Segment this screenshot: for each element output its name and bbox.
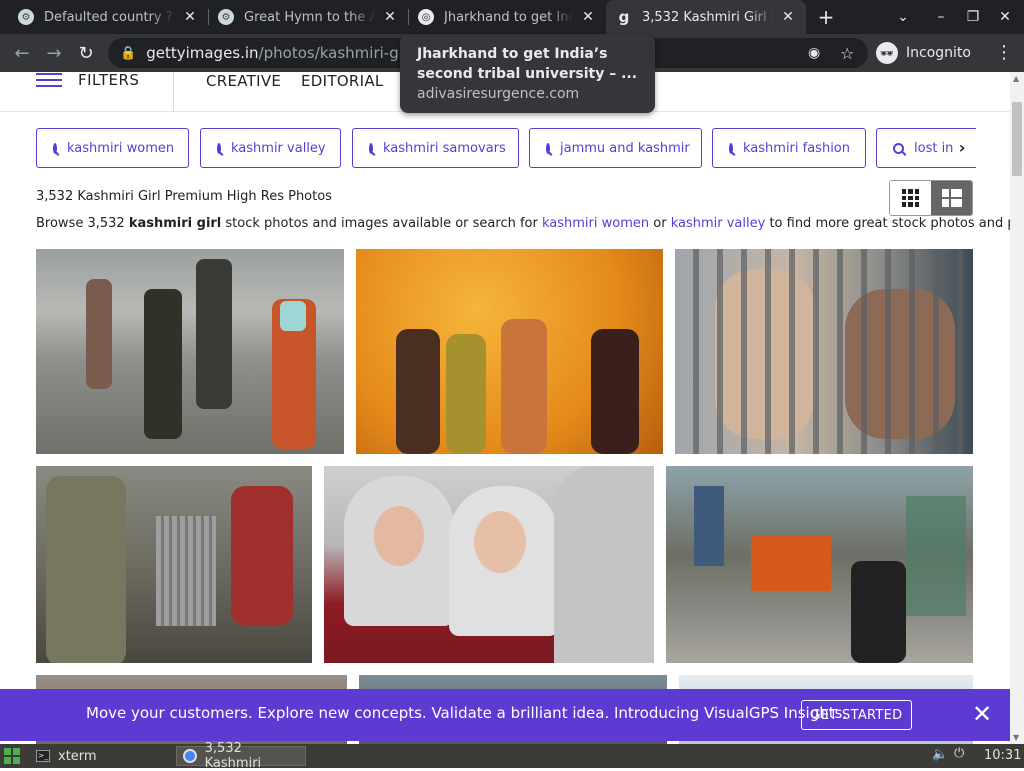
clock: 10:31: [984, 748, 1022, 763]
browse-description: Browse 3,532 kashmiri girl stock photos …: [36, 216, 1010, 231]
tab-hover-card: Jharkhand to get India’s second tribal u…: [400, 35, 655, 113]
hover-card-title: Jharkhand to get India’s second tribal u…: [417, 46, 638, 82]
site-favicon-icon: ◎: [418, 9, 434, 25]
photo-thumbnail[interactable]: [675, 249, 973, 454]
chrome-icon: [183, 749, 197, 763]
promo-banner: Move your customers. Explore new concept…: [0, 689, 1010, 741]
lock-icon: 🔒: [120, 45, 137, 61]
browser-tab-2[interactable]: ⚙ Great Hymn to the Aten ✕: [208, 0, 408, 34]
chip-kashmiri-fashion[interactable]: kashmiri fashion: [712, 128, 866, 168]
photo-thumbnail[interactable]: [36, 249, 344, 454]
photo-thumbnail[interactable]: [666, 466, 973, 663]
url-host: gettyimages.in: [146, 44, 259, 62]
scroll-down-icon[interactable]: ▼: [1013, 733, 1019, 742]
getty-favicon-icon: g: [618, 8, 630, 26]
browser-tab-3[interactable]: ◎ Jharkhand to get India's ✕: [408, 0, 606, 34]
close-tab-icon[interactable]: ✕: [580, 9, 596, 25]
chip-kashmiri-samovars[interactable]: kashmiri samovars: [352, 128, 519, 168]
tab-title: Great Hymn to the Aten: [244, 9, 376, 25]
page-scrollbar[interactable]: ▲ ▼: [1010, 72, 1024, 744]
search-icon: [546, 142, 550, 154]
taskbar-chrome[interactable]: 3,532 Kashmiri: [176, 741, 306, 771]
tab-search-icon[interactable]: ⌄: [886, 0, 920, 34]
view-toggle: [889, 180, 973, 216]
power-icon[interactable]: ⏻: [954, 746, 964, 761]
restore-icon[interactable]: ❐: [956, 0, 990, 34]
site-favicon-icon: ⚙: [18, 9, 34, 25]
url-path: /photos/kashmiri-girl: [258, 44, 414, 62]
related-searches: kashmiri women kashmir valley kashmiri s…: [36, 128, 976, 168]
incognito-indicator[interactable]: 🕶 Incognito: [876, 39, 971, 67]
close-icon[interactable]: ✕: [972, 702, 992, 726]
tab-creative[interactable]: CREATIVE: [206, 72, 281, 90]
banner-message: Move your customers. Explore new concept…: [86, 704, 848, 722]
apps-menu-icon[interactable]: [4, 748, 20, 764]
link-kashmiri-women[interactable]: kashmiri women: [542, 216, 649, 231]
search-icon: [893, 142, 904, 154]
chip-kashmir-valley[interactable]: kashmir valley: [200, 128, 341, 168]
menu-kebab-icon[interactable]: ⋮: [994, 39, 1014, 67]
scroll-up-icon[interactable]: ▲: [1013, 74, 1019, 83]
scrollbar-thumb[interactable]: [1012, 102, 1022, 176]
volume-icon[interactable]: 🔈: [932, 747, 948, 762]
get-started-button[interactable]: GET STARTED: [801, 700, 912, 730]
tracking-blocked-icon[interactable]: ◉: [808, 45, 820, 61]
bookmark-star-icon[interactable]: ☆: [840, 44, 854, 63]
photo-thumbnail[interactable]: [324, 466, 654, 663]
close-tab-icon[interactable]: ✕: [780, 9, 796, 25]
tab-title: Jharkhand to get India's: [444, 9, 574, 25]
close-tab-icon[interactable]: ✕: [382, 9, 398, 25]
search-icon: [217, 142, 221, 154]
search-icon: [369, 142, 373, 154]
tab-strip: ⚙ Defaulted country ? | ✕ ⚙ Great Hymn t…: [0, 0, 1024, 34]
incognito-icon: 🕶: [876, 42, 898, 64]
minimize-icon[interactable]: –: [924, 0, 958, 34]
browser-tab-1[interactable]: ⚙ Defaulted country ? | ✕: [8, 0, 208, 34]
photo-thumbnail[interactable]: [356, 249, 663, 454]
site-favicon-icon: ⚙: [218, 9, 234, 25]
search-icon: [729, 142, 733, 154]
browser-tab-4-active[interactable]: g 3,532 Kashmiri Girl Pre ✕: [606, 0, 806, 34]
tab-title: 3,532 Kashmiri Girl Pre: [642, 9, 774, 25]
search-icon: [53, 142, 57, 154]
grid-view-icon[interactable]: [890, 181, 931, 215]
result-count: 3,532 Kashmiri Girl Premium High Res Pho…: [36, 189, 332, 204]
taskbar-xterm[interactable]: >_ xterm: [30, 746, 162, 766]
filters-button[interactable]: FILTERS: [36, 72, 139, 89]
os-taskbar: >_ xterm 3,532 Kashmiri 🔈 ⏻ 10:31: [0, 741, 1024, 771]
mosaic-view-icon[interactable]: [931, 181, 972, 215]
tab-editorial[interactable]: EDITORIAL: [301, 72, 384, 90]
close-tab-icon[interactable]: ✕: [182, 9, 198, 25]
new-tab-icon[interactable]: +: [814, 5, 838, 29]
window-close-icon[interactable]: ✕: [988, 0, 1022, 34]
filters-icon: [36, 73, 62, 87]
photo-thumbnail[interactable]: [36, 466, 312, 663]
reload-icon[interactable]: ↻: [72, 39, 100, 67]
chip-jammu-and-kashmir[interactable]: jammu and kashmir: [529, 128, 702, 168]
tab-title: Defaulted country ? |: [44, 9, 176, 25]
forward-icon[interactable]: →: [40, 39, 68, 67]
page-content: FILTERS CREATIVE EDITORIAL kashmiri wome…: [0, 72, 1010, 744]
link-kashmir-valley[interactable]: kashmir valley: [671, 216, 766, 231]
terminal-icon: >_: [36, 750, 50, 762]
chevron-right-icon[interactable]: ›: [950, 136, 974, 160]
hover-card-domain: adivasiresurgence.com: [417, 86, 580, 102]
back-icon[interactable]: ←: [8, 39, 36, 67]
chip-kashmiri-women[interactable]: kashmiri women: [36, 128, 189, 168]
